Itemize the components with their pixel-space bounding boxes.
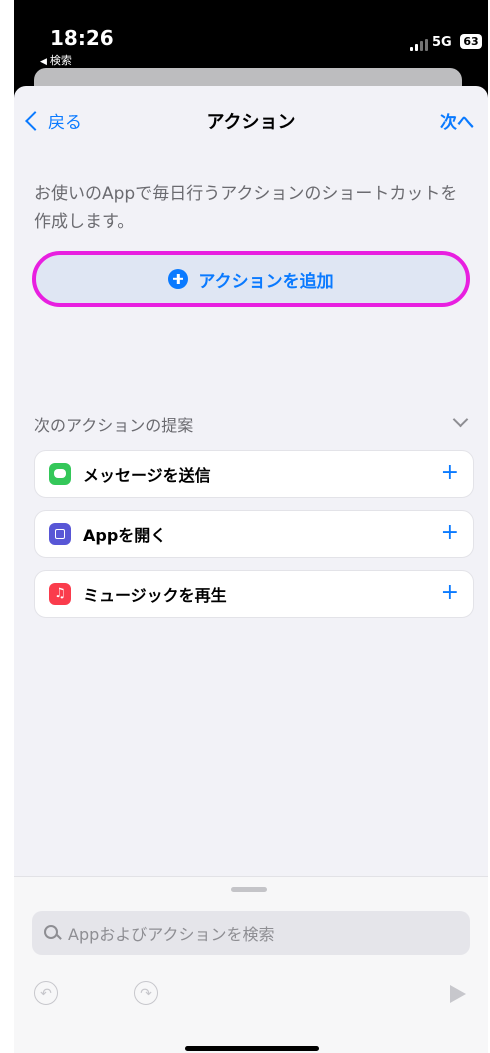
back-triangle-icon: ◀ [40,57,47,67]
search-icon [44,925,60,941]
redo-icon[interactable]: ↷ [134,981,158,1005]
add-plus-icon[interactable]: + [441,522,459,544]
editor-toolbar: ↶ ↷ [14,975,488,1015]
search-placeholder: Appおよびアクションを検索 [68,925,275,944]
back-to-app-link[interactable]: ◀ 検索 [40,52,72,68]
next-button[interactable]: 次へ [440,108,474,133]
description-text: お使いのAppで毎日行うアクションのショートカットを作成します。 [34,184,458,232]
suggestions-header[interactable]: 次のアクションの提案 [34,411,474,436]
suggestions-list: メッセージを送信 + Appを開く + ♫ ミュージックを再生 + [34,450,474,630]
suggestion-label: Appを開く [83,526,167,545]
suggestions-title: 次のアクションの提案 [34,416,194,435]
status-time: 18:26 [50,26,114,50]
suggestion-label: ミュージックを再生 [83,586,227,605]
signal-icon [410,39,430,51]
add-action-label: アクションを追加 [198,271,334,292]
network-label: 5G [432,35,452,50]
home-indicator [185,1046,319,1051]
search-field[interactable]: Appおよびアクションを検索 [32,911,470,955]
music-icon: ♫ [49,583,71,605]
battery-icon: 63 [460,34,482,49]
page-title: アクション [206,112,296,133]
actions-sheet: 戻る アクション 次へ お使いのAppで毎日行うアクションのショートカットを作成… [14,86,488,1053]
suggestion-open-app[interactable]: Appを開く + [34,510,474,558]
back-app-label: 検索 [49,54,72,67]
nav-bar: 戻る アクション 次へ [14,86,488,156]
suggestion-label: メッセージを送信 [83,466,211,485]
undo-icon[interactable]: ↶ [34,981,58,1005]
add-plus-icon[interactable]: + [441,582,459,604]
back-button-label: 戻る [48,113,82,133]
messages-icon [49,463,71,485]
chevron-down-icon[interactable] [452,411,469,428]
add-action-button[interactable]: アクションを追加 [32,251,470,307]
suggestion-play-music[interactable]: ♫ ミュージックを再生 + [34,570,474,618]
phone-screen: 18:26 ◀ 検索 5G 63 戻る アクション 次へ お使いのAppで毎日行う… [14,0,488,1053]
add-plus-icon[interactable]: + [441,462,459,484]
suggestion-send-message[interactable]: メッセージを送信 + [34,450,474,498]
action-drawer: Appおよびアクションを検索 ↶ ↷ [14,876,488,1053]
drawer-grabber[interactable] [231,887,267,892]
chevron-left-icon [25,110,45,131]
back-button[interactable]: 戻る [24,108,82,133]
open-app-icon [49,523,71,545]
play-icon[interactable] [450,985,466,1003]
plus-circle-icon [168,269,189,289]
